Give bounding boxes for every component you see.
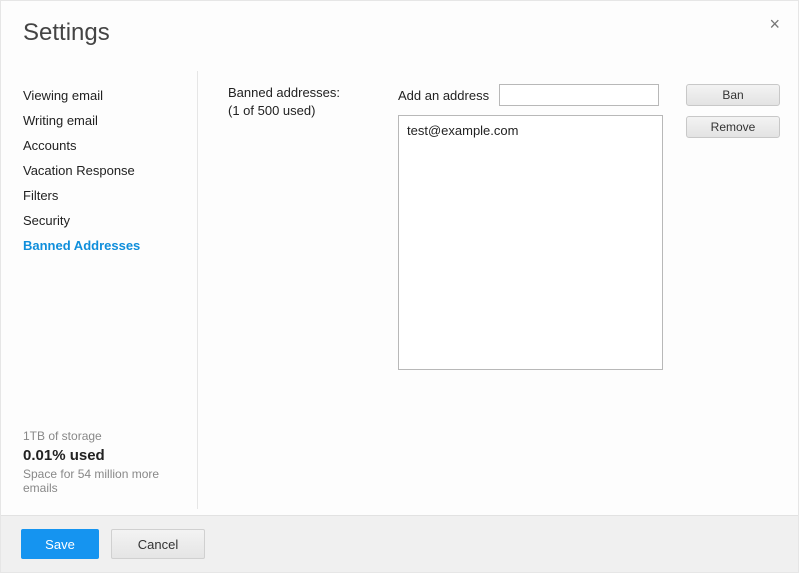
main-panel: Banned addresses: (1 of 500 used) Add an… — [198, 71, 798, 509]
page-title: Settings — [23, 19, 798, 47]
sidebar-item-accounts[interactable]: Accounts — [23, 133, 197, 158]
storage-remaining: Space for 54 million more emails — [23, 467, 197, 495]
sidebar-item-filters[interactable]: Filters — [23, 183, 197, 208]
cancel-button[interactable]: Cancel — [111, 529, 205, 559]
modal-body: Viewing email Writing email Accounts Vac… — [1, 71, 798, 509]
modal-header: Settings — [1, 1, 798, 71]
sidebar-item-viewing-email[interactable]: Viewing email — [23, 83, 197, 108]
list-item[interactable]: test@example.com — [407, 122, 654, 139]
close-icon[interactable]: × — [769, 15, 780, 33]
save-button[interactable]: Save — [21, 529, 99, 559]
add-address-row: Add an address — [398, 84, 659, 106]
sidebar-item-writing-email[interactable]: Writing email — [23, 108, 197, 133]
banned-list[interactable]: test@example.com — [398, 115, 663, 370]
ban-button[interactable]: Ban — [686, 84, 780, 106]
action-buttons: Ban Remove — [686, 84, 780, 138]
section-label: Banned addresses: — [228, 85, 340, 100]
sidebar-item-security[interactable]: Security — [23, 208, 197, 233]
sidebar-item-banned-addresses[interactable]: Banned Addresses — [23, 233, 197, 258]
remove-button[interactable]: Remove — [686, 116, 780, 138]
storage-used: 0.01% used — [23, 447, 197, 464]
settings-modal: × Settings Viewing email Writing email A… — [0, 0, 799, 573]
storage-summary: 1TB of storage 0.01% used Space for 54 m… — [23, 429, 197, 509]
add-address-input[interactable] — [499, 84, 659, 106]
modal-footer: Save Cancel — [1, 515, 798, 572]
sidebar: Viewing email Writing email Accounts Vac… — [1, 71, 198, 509]
storage-capacity: 1TB of storage — [23, 429, 197, 443]
add-address-label: Add an address — [398, 88, 489, 103]
nav-list: Viewing email Writing email Accounts Vac… — [23, 83, 197, 258]
sidebar-item-vacation-response[interactable]: Vacation Response — [23, 158, 197, 183]
section-sublabel: (1 of 500 used) — [228, 103, 315, 118]
